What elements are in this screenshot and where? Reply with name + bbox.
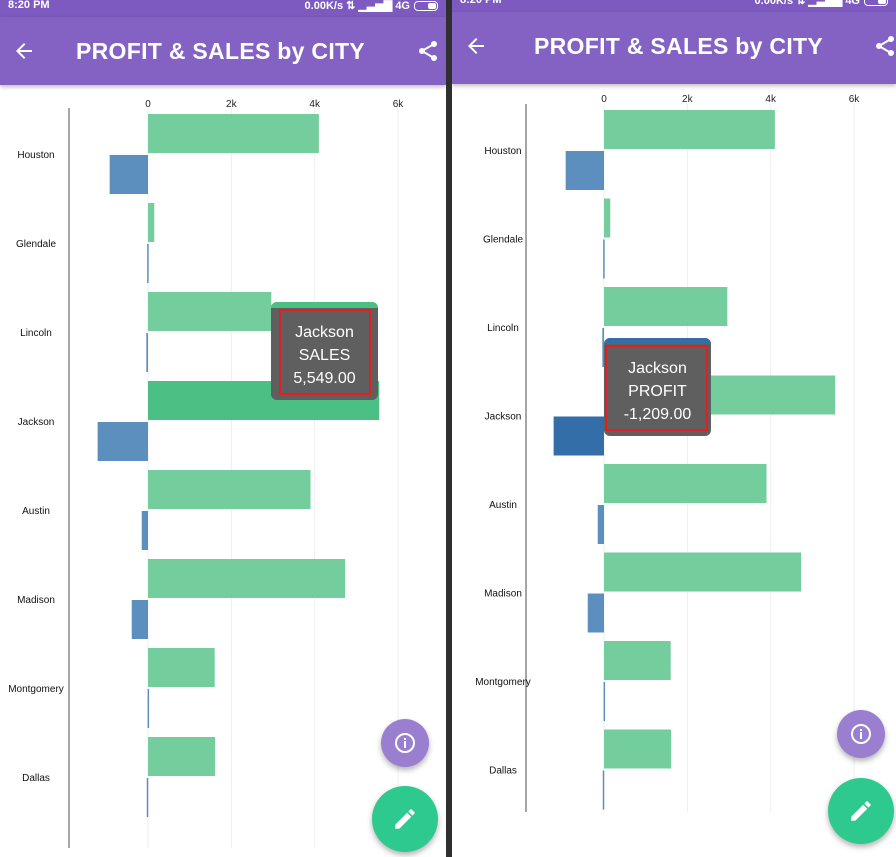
page-title: PROFIT & SALES by CITY [534,33,824,59]
y-category-label: Dallas [489,766,517,777]
status-bar: 8:20 PM 0.00K/s ⇅ ▁▃▅▇ 4G [452,0,896,12]
status-network: 0.00K/s ⇅ ▁▃▅▇ 4G [305,0,438,12]
profit-bar [97,422,148,461]
profit-bar [109,155,148,194]
y-category-label: Austin [489,500,517,511]
sales-bar [148,737,216,776]
profit-bar [146,778,149,817]
status-network: 0.00K/s ⇅ ▁▃▅▇ 4G [755,0,888,7]
pencil-icon [851,801,871,821]
battery-icon [864,0,888,7]
arrow-back-icon[interactable] [464,34,488,58]
y-category-label: Lincoln [20,328,52,339]
y-category-label: Glendale [483,235,523,246]
app-bar: PROFIT & SALES by CITY [452,12,896,84]
profit-bar [141,511,148,550]
sales-bar [604,729,672,769]
sales-bar [148,114,319,153]
y-category-label: Jackson [18,417,55,428]
sales-bar [604,641,671,680]
info-button[interactable] [381,719,429,767]
tooltip-accent [271,302,378,308]
sales-bar [148,203,155,242]
sales-bar [604,287,728,326]
y-category-label: Madison [17,595,55,606]
sales-bar [148,470,311,509]
x-tick-label: 6k [849,94,861,105]
y-category-label: Glendale [16,239,56,250]
profit-bar [131,600,148,639]
y-category-label: Dallas [22,773,50,784]
y-category-label: Houston [484,146,521,157]
status-bar: 8:20 PM 0.00K/s ⇅ ▁▃▅▇ 4G [0,0,446,17]
y-category-label: Madison [484,589,522,600]
x-tick-label: 0 [145,99,151,110]
status-time: 8:20 PM [460,0,502,6]
status-time: 8:20 PM [8,0,50,11]
network-speed: 0.00K/s [754,0,794,7]
tooltip-measure: PROFIT [628,383,687,400]
sales-bar [148,292,272,331]
tooltip-measure: SALES [298,347,351,364]
app-bar: PROFIT & SALES by CITY [0,17,446,85]
signal-type: 4G [395,0,410,12]
y-category-label: Jackson [485,412,522,423]
profit-bar [602,770,605,810]
y-category-label: Montgomery [475,677,531,688]
edit-button[interactable] [828,778,894,844]
y-category-label: Houston [17,150,54,161]
sales-bar [604,464,767,503]
profit-bar [147,689,150,728]
edit-button[interactable] [372,786,438,852]
battery-icon [414,1,438,12]
info-button[interactable] [837,710,885,758]
tooltip-city: Jackson [628,360,687,377]
y-category-label: Montgomery [8,684,64,695]
profit-bar [565,151,604,190]
screen-left: 0 2k 4k 6k Houston Glendale Lincoln Jackson Aust… [0,0,446,857]
profit-bar [603,682,606,721]
tooltip-accent [604,338,711,344]
profit-bar [146,333,148,372]
tooltip-value: 5,549.00 [293,370,356,387]
x-tick-label: 4k [765,94,777,105]
profit-bar [597,505,604,544]
profit-bar [147,244,149,283]
x-tick-label: 2k [682,94,694,105]
sales-bar [148,559,346,598]
bar-chart-left: 0 2k 4k 6k Houston Glendale Lincoln Jackson Aust… [8,99,405,848]
arrow-back-icon[interactable] [12,39,36,63]
info-icon [851,724,871,744]
network-speed: 0.00K/s [304,0,344,12]
share-icon[interactable] [416,39,440,63]
sales-bar [604,110,775,149]
x-tick-label: 4k [309,99,321,110]
profit-bar [553,416,604,456]
y-category-label: Lincoln [487,323,519,334]
tooltip-value: -1,209.00 [623,406,692,423]
page-title: PROFIT & SALES by CITY [76,38,366,64]
y-category-label: Austin [22,506,50,517]
sales-bar [604,552,802,592]
profit-bar [587,593,604,633]
pencil-icon [395,809,415,829]
sales-bar [604,198,611,238]
x-tick-label: 0 [601,94,607,105]
x-tick-label: 2k [226,99,238,110]
share-icon[interactable] [873,34,896,58]
chart-tooltip: Jackson PROFIT -1,209.00 [604,338,711,436]
screen-right: 0 2k 4k 6k Houston Glendale Lincoln Jackson Aust… [452,0,896,857]
signal-type: 4G [845,0,860,7]
info-icon [395,733,415,753]
x-tick-label: 6k [393,99,405,110]
sales-bar [148,648,215,687]
chart-tooltip: Jackson SALES 5,549.00 [271,302,378,400]
tooltip-city: Jackson [295,324,354,341]
profit-bar [603,239,605,279]
